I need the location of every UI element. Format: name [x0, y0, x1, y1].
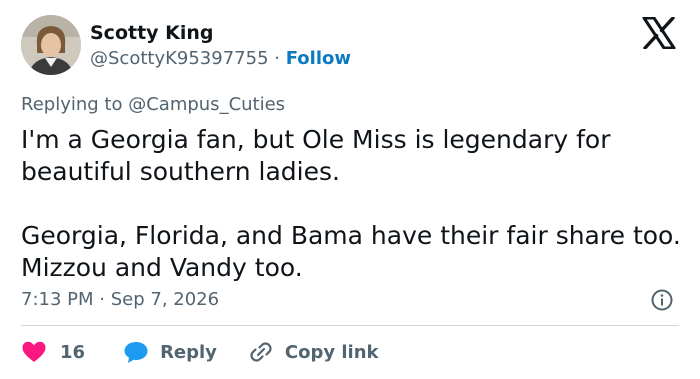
copy-link-label: Copy link [284, 341, 379, 363]
tweet-text: I'm a Georgia fan, but Ole Miss is legen… [21, 125, 681, 282]
avatar[interactable] [21, 15, 81, 75]
like-button[interactable]: 16 [21, 340, 85, 364]
tweet-time: 7:13 PM [21, 289, 94, 310]
handle-separator: · [274, 48, 280, 69]
heart-icon [22, 341, 46, 362]
timestamp-separator: · [99, 289, 105, 310]
reply-bubble-icon [124, 342, 148, 363]
avatar-photo [21, 15, 81, 75]
author-handle-row: @ScottyK95397755 · Follow [90, 46, 351, 72]
reply-prefix: Replying to [21, 94, 123, 115]
tweet-date: Sep 7, 2026 [110, 289, 220, 310]
tweet-timestamp[interactable]: 7:13 PM · Sep 7, 2026 [21, 287, 219, 313]
reply-label: Reply [160, 341, 217, 363]
tweet-embed-card: Scotty King @ScottyK95397755 · Follow Re… [0, 0, 700, 379]
author-name[interactable]: Scotty King [90, 20, 214, 46]
info-icon[interactable] [650, 288, 674, 312]
like-count: 16 [60, 341, 86, 363]
divider [21, 325, 679, 326]
link-icon [250, 342, 272, 362]
copy-link-button[interactable]: Copy link [248, 339, 379, 365]
reply-context: Replying to @Campus_Cuties [21, 92, 285, 118]
reply-button[interactable]: Reply [123, 340, 217, 364]
action-bar: 16 Reply Copy link [21, 338, 379, 366]
reply-mention[interactable]: @Campus_Cuties [128, 94, 285, 115]
author-handle[interactable]: @ScottyK95397755 [90, 48, 269, 69]
follow-button[interactable]: Follow [286, 48, 351, 69]
x-logo-icon[interactable] [642, 16, 676, 50]
